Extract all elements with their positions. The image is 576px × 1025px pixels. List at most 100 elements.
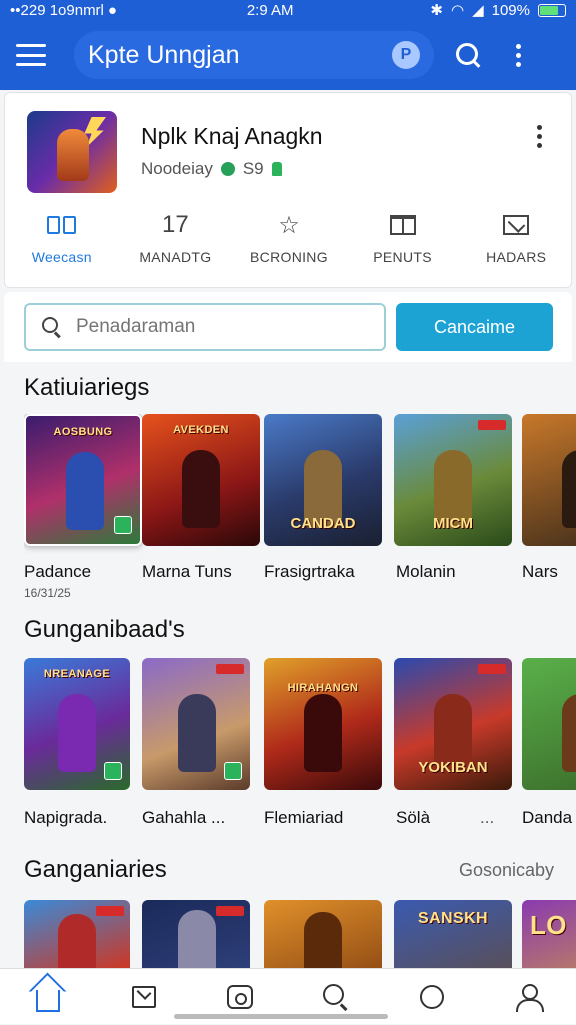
chat-icon <box>420 984 444 1009</box>
game-tile[interactable] <box>142 900 250 968</box>
game-title: Nplk Knaj Anagkn <box>141 123 323 149</box>
tab-1[interactable]: 17 MANADTG <box>119 209 233 265</box>
app-bar: Kpte Unngjan P <box>0 20 576 90</box>
tile-banner: HIRAHANGN <box>287 682 359 694</box>
tile-hero <box>562 694 576 772</box>
section-title: Gunganibaad's <box>24 616 185 643</box>
status-time: 2:9 AM <box>246 1 294 19</box>
tile-label: Marna Tuns <box>142 562 232 581</box>
game-tile[interactable] <box>142 658 250 790</box>
tab-0[interactable]: Weecasn <box>5 209 119 265</box>
tab-label: MANADTG <box>139 249 212 265</box>
number-icon: 17 <box>162 211 189 238</box>
game-tile[interactable] <box>522 414 576 546</box>
tab-label: Weecasn <box>31 249 92 265</box>
game-tile[interactable]: LO <box>522 900 576 968</box>
p-badge-icon[interactable]: P <box>392 41 420 69</box>
tag-icon <box>478 664 506 674</box>
battery-percent: 109% <box>491 1 530 19</box>
home-indicator[interactable] <box>174 1014 388 1019</box>
tile-label: Danda <box>522 808 573 827</box>
game-tile[interactable]: YOKIBAN <box>394 658 512 790</box>
tile-banner: MICM <box>433 515 473 532</box>
tile-banner: AVEKDEN <box>173 424 229 436</box>
mail-icon <box>503 209 530 241</box>
game-thumbnail[interactable] <box>27 111 117 193</box>
search-area: Cancaime <box>4 292 572 362</box>
game-tile[interactable]: AVEKDEN <box>142 414 260 546</box>
tile-hero <box>58 914 96 968</box>
tile-banner: CANDAD <box>290 515 356 532</box>
tab-3[interactable]: PENUTS <box>346 209 460 265</box>
tile-banner: SANSKH <box>418 910 488 927</box>
tile-label: Flemiariad <box>264 808 344 827</box>
tile-label: Gahahla ... <box>142 808 226 827</box>
search-input[interactable] <box>24 303 386 351</box>
game-tile[interactable]: SANSKH <box>394 900 512 968</box>
game-tile[interactable] <box>522 658 576 790</box>
tile-banner: LO <box>530 910 567 940</box>
tile-hero <box>182 450 220 528</box>
tile-label: Molanin <box>396 562 456 581</box>
game-row-2: NREANAGE HIRAHANGN YOKIBAN <box>24 658 576 808</box>
status-carrier: ••229 1o9nmrl <box>10 1 104 19</box>
app-card: Nplk Knaj Anagkn Noodeiay S9 Weecasn 17 … <box>4 92 572 288</box>
play-badge-icon <box>114 516 132 534</box>
inbox-icon <box>132 985 156 1008</box>
game-rating: S9 <box>242 159 264 178</box>
tile-hero <box>304 694 342 772</box>
tile-label: Frasigrtraka <box>264 562 355 581</box>
tab-label: BCRONING <box>250 249 328 265</box>
tag-icon <box>96 906 124 916</box>
tile-hero <box>304 912 342 968</box>
wifi-icon: ◠ <box>450 2 465 19</box>
tile-label: Padance <box>24 562 92 581</box>
more-dots[interactable]: ... <box>480 808 494 828</box>
section-title: Ganganiaries <box>24 856 167 883</box>
nav-home[interactable] <box>0 969 96 1025</box>
magnifier-icon <box>42 317 62 337</box>
tile-hero <box>178 694 216 772</box>
game-tile[interactable]: HIRAHANGN <box>264 658 382 790</box>
tag-icon <box>216 664 244 674</box>
games-icon <box>227 984 253 1009</box>
game-tile[interactable] <box>264 900 382 968</box>
app-title-field[interactable]: Kpte Unngjan P <box>74 31 434 79</box>
profile-icon <box>515 983 544 1012</box>
game-row-3: SANSKH LO <box>24 900 576 968</box>
tag-icon <box>216 906 244 916</box>
tab-label: PENUTS <box>373 249 432 265</box>
game-tile[interactable] <box>24 900 130 968</box>
search-button[interactable]: Cancaime <box>396 303 553 351</box>
game-subtitle-row: Noodeiay S9 <box>141 159 282 179</box>
game-tile[interactable]: AOSBUNG <box>24 414 142 546</box>
card-more-icon[interactable] <box>529 125 549 148</box>
game-tile[interactable]: CANDAD <box>264 414 382 546</box>
see-all-link[interactable]: Gosonicaby <box>459 860 554 881</box>
star-icon: ☆ <box>278 211 300 239</box>
signal-icon: ◢ <box>472 2 484 19</box>
category-tabs: Weecasn 17 MANADTG ☆ BCRONING PENUTS HAD… <box>5 209 573 265</box>
tab-label: HADARS <box>486 249 547 265</box>
search-icon <box>323 983 349 1010</box>
tile-banner: NREANAGE <box>43 668 111 680</box>
tile-hero <box>562 450 576 528</box>
tile-label: Nars <box>522 562 558 581</box>
app-title: Kpte Unngjan <box>88 40 240 69</box>
game-tile[interactable]: NREANAGE <box>24 658 130 790</box>
search-icon[interactable] <box>454 41 482 69</box>
search-field[interactable] <box>76 316 366 338</box>
nav-chat[interactable] <box>384 969 480 1025</box>
menu-icon[interactable] <box>16 44 46 66</box>
tab-4[interactable]: HADARS <box>459 209 573 265</box>
game-tile[interactable]: MICM <box>394 414 512 546</box>
tile-hero <box>66 452 104 530</box>
nav-profile[interactable] <box>480 969 576 1025</box>
status-right: ✱ ◠ ◢ 109% <box>430 1 566 19</box>
tab-2[interactable]: ☆ BCRONING <box>232 209 346 266</box>
home-icon <box>36 989 60 1012</box>
tile-label: Napigrada. <box>24 808 108 827</box>
tile-banner: AOSBUNG <box>53 426 113 438</box>
tile-banner: YOKIBAN <box>418 759 488 776</box>
more-options-icon[interactable] <box>508 43 528 67</box>
